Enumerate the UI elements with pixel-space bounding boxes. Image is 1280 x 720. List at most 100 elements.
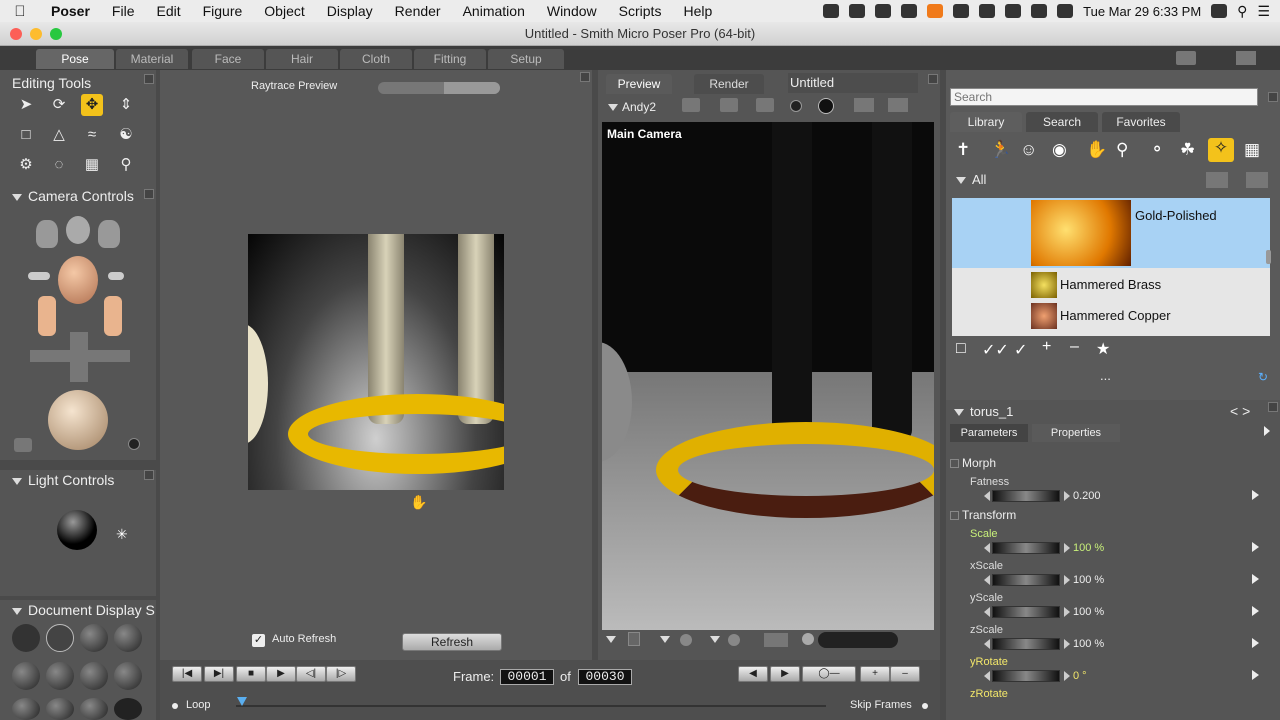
render-dot-icon[interactable]: [790, 100, 802, 112]
sketch-style-icon[interactable]: [114, 698, 142, 720]
figure-style-icon[interactable]: [680, 634, 692, 646]
object-selector[interactable]: torus_1: [954, 404, 1013, 419]
right-hand-camera-icon[interactable]: [98, 220, 120, 248]
light-sphere-icon[interactable]: [57, 510, 97, 550]
power-icon[interactable]: [1211, 4, 1228, 18]
timeline-track[interactable]: [236, 705, 826, 707]
flat-shaded-style-icon[interactable]: [46, 662, 74, 690]
materials-category-icon[interactable]: ✧: [1208, 138, 1234, 162]
figures-category-icon[interactable]: ✝: [956, 140, 970, 160]
add-icon[interactable]: +: [1042, 338, 1051, 356]
figure-style-arrow[interactable]: [660, 636, 670, 643]
refresh-button[interactable]: Refresh: [402, 633, 502, 651]
increment-arrow[interactable]: [1064, 671, 1070, 681]
volume-icon[interactable]: [1057, 4, 1074, 18]
poses-category-icon[interactable]: 🏃: [990, 140, 1011, 160]
camera-icon-2[interactable]: [720, 98, 738, 112]
last-frame-button[interactable]: ▶|: [204, 666, 234, 682]
param-value-yrotate[interactable]: 0 °: [1073, 670, 1087, 682]
zoom-button[interactable]: [50, 28, 62, 40]
stop-button[interactable]: ■: [236, 666, 266, 682]
menu-scripts[interactable]: Scripts: [608, 3, 673, 19]
main-camera-view[interactable]: Main Camera: [602, 122, 934, 630]
auto-refresh-checkbox[interactable]: ✓: [252, 634, 265, 647]
menu-file[interactable]: File: [101, 3, 146, 19]
taper-icon[interactable]: △: [48, 124, 70, 146]
tab-scroll-arrow[interactable]: [1264, 426, 1270, 436]
param-menu-arrow[interactable]: [1252, 606, 1259, 616]
menu-app[interactable]: Poser: [40, 3, 101, 19]
timeline-playhead[interactable]: [237, 697, 247, 706]
decrement-arrow[interactable]: [984, 607, 990, 617]
camera-lock-icon[interactable]: [128, 438, 140, 450]
hands-category-icon[interactable]: ✋: [1086, 140, 1107, 160]
figure-selector[interactable]: Andy2: [608, 100, 656, 114]
scale-icon[interactable]: □: [15, 124, 37, 146]
object-nav-arrows[interactable]: < >: [1230, 403, 1250, 419]
tab-library[interactable]: Library: [950, 112, 1022, 132]
param-dial-fatness[interactable]: [984, 490, 1070, 502]
increment-arrow[interactable]: [1064, 575, 1070, 585]
param-menu-arrow[interactable]: [1252, 490, 1259, 500]
tab-favorites[interactable]: Favorites: [1102, 112, 1180, 132]
panel-menu-arrow[interactable]: [580, 72, 590, 82]
apple-icon[interactable]: : [0, 3, 40, 20]
menu-display[interactable]: Display: [316, 3, 384, 19]
param-dial-yscale[interactable]: [984, 606, 1070, 618]
param-dial-yrotate[interactable]: [984, 670, 1070, 682]
remove-library-icon[interactable]: [1246, 172, 1268, 188]
trackball-icon[interactable]: [48, 390, 108, 450]
dial-bar[interactable]: [992, 606, 1060, 618]
dial-bar[interactable]: [992, 670, 1060, 682]
tab-cloth[interactable]: Cloth: [340, 49, 412, 69]
apply-all-icon[interactable]: ✓✓: [982, 340, 1009, 360]
quality-slider[interactable]: [378, 82, 500, 94]
group-morph[interactable]: Morph: [950, 456, 996, 470]
panel-menu-arrow[interactable]: [144, 470, 154, 480]
camera-snapshot-icon[interactable]: [14, 438, 32, 452]
refresh-icon[interactable]: ↻: [1258, 370, 1268, 384]
library-item-gold-polished[interactable]: Gold-Polished: [952, 198, 1270, 268]
menu-object[interactable]: Object: [253, 3, 315, 19]
param-value-xscale[interactable]: 100 %: [1073, 574, 1104, 586]
light-star-icon[interactable]: ✳: [116, 526, 128, 543]
notification-icon[interactable]: ☰: [1257, 3, 1270, 20]
move-y-control[interactable]: [70, 332, 88, 382]
translate-in-out-icon[interactable]: ⇕: [115, 94, 137, 116]
head-camera-icon[interactable]: [58, 256, 98, 304]
next-frame-button[interactable]: |▷: [326, 666, 356, 682]
texture-shaded-style-icon[interactable]: [46, 698, 74, 720]
delete-key-button[interactable]: –: [890, 666, 920, 682]
previous-frame-button[interactable]: ◁|: [296, 666, 326, 682]
slider-thumb[interactable]: [444, 82, 500, 94]
minimize-button[interactable]: [30, 28, 42, 40]
silhouette-style-icon[interactable]: [12, 624, 40, 652]
group-transform[interactable]: Transform: [950, 508, 1016, 522]
props-category-icon[interactable]: ⚲: [1116, 140, 1128, 160]
menu-animation[interactable]: Animation: [452, 3, 536, 19]
scenes-category-icon[interactable]: ▦: [1244, 140, 1260, 160]
decrement-arrow[interactable]: [984, 575, 990, 585]
flyaround-camera-icon[interactable]: [108, 272, 124, 280]
clock[interactable]: Tue Mar 29 6:33 PM: [1083, 4, 1201, 19]
display-menu-arrow[interactable]: [606, 636, 616, 643]
render-settings-icon[interactable]: [818, 98, 834, 114]
tab-search[interactable]: Search: [1026, 112, 1098, 132]
loop-radio[interactable]: [172, 703, 178, 709]
tab-setup[interactable]: Setup: [488, 49, 564, 69]
add-key-button[interactable]: +: [860, 666, 890, 682]
decrement-arrow[interactable]: [984, 671, 990, 681]
chat-icon[interactable]: [1176, 51, 1196, 65]
left-hand-camera-icon[interactable]: [36, 220, 58, 248]
param-menu-arrow[interactable]: [1252, 542, 1259, 552]
previous-key-button[interactable]: ◀: [738, 666, 768, 682]
param-value-scale[interactable]: 100 %: [1073, 542, 1104, 554]
param-value-yscale[interactable]: 100 %: [1073, 606, 1104, 618]
outline-style-icon[interactable]: [46, 624, 74, 652]
ground-shadow-icon[interactable]: [802, 633, 814, 645]
tray-icon-4[interactable]: [901, 4, 918, 18]
library-item-hammered-brass[interactable]: Hammered Brass: [952, 270, 1270, 300]
tab-properties[interactable]: Properties: [1032, 424, 1120, 442]
panel-menu-arrow[interactable]: [928, 74, 938, 84]
tab-face[interactable]: Face: [192, 49, 264, 69]
